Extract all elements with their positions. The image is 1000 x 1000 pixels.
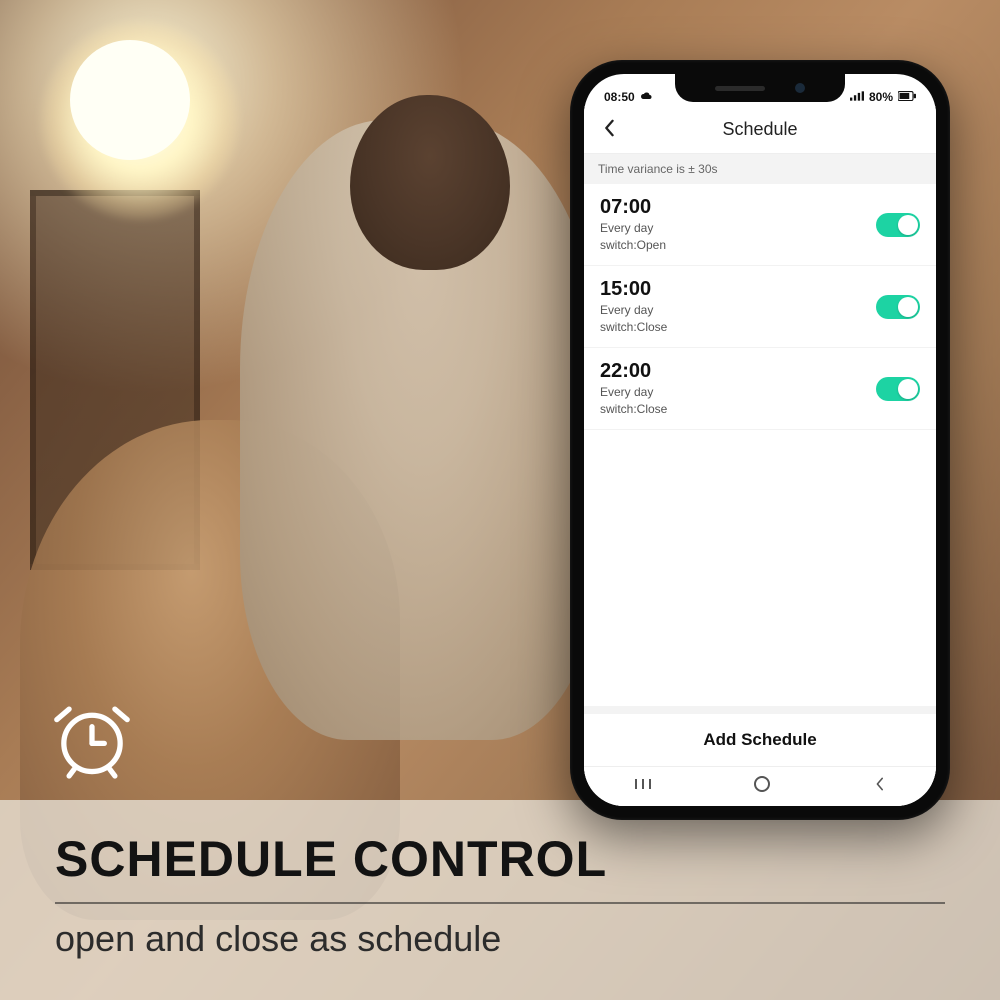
caption-banner: SCHEDULE CONTROL open and close as sched…: [0, 800, 1000, 1000]
app-header: Schedule: [584, 106, 936, 154]
schedule-toggle[interactable]: [876, 213, 920, 237]
background-lamp-core: [70, 40, 190, 160]
schedule-row[interactable]: 15:00 Every day switch:Close: [584, 266, 936, 348]
schedule-repeat: Every day: [600, 385, 667, 400]
status-time: 08:50: [604, 90, 635, 104]
schedule-toggle[interactable]: [876, 377, 920, 401]
battery-icon: [898, 90, 916, 104]
phone-speaker: [715, 86, 765, 91]
schedule-info: 07:00 Every day switch:Open: [600, 196, 666, 253]
recent-apps-button[interactable]: [634, 777, 652, 796]
schedule-row[interactable]: 22:00 Every day switch:Close: [584, 348, 936, 430]
schedule-info: 22:00 Every day switch:Close: [600, 360, 667, 417]
schedule-info: 15:00 Every day switch:Close: [600, 278, 667, 335]
toggle-knob: [898, 215, 918, 235]
caption-title: SCHEDULE CONTROL: [55, 830, 945, 888]
back-nav-button[interactable]: [872, 776, 886, 797]
schedule-repeat: Every day: [600, 221, 666, 236]
back-button[interactable]: [594, 113, 624, 147]
signal-icon: [850, 90, 864, 104]
schedule-toggle[interactable]: [876, 295, 920, 319]
caption-divider: [55, 902, 945, 904]
alarm-clock-icon: [48, 695, 136, 788]
toggle-knob: [898, 379, 918, 399]
schedule-time: 15:00: [600, 278, 667, 301]
list-spacer: [584, 430, 936, 706]
marketing-scene: SCHEDULE CONTROL open and close as sched…: [0, 0, 1000, 1000]
home-button[interactable]: [753, 775, 771, 798]
schedule-row[interactable]: 07:00 Every day switch:Open: [584, 184, 936, 266]
schedule-time: 07:00: [600, 196, 666, 219]
schedule-time: 22:00: [600, 360, 667, 383]
schedule-action: switch:Close: [600, 402, 667, 417]
page-title: Schedule: [584, 119, 936, 140]
schedule-repeat: Every day: [600, 303, 667, 318]
schedule-action: switch:Open: [600, 238, 666, 253]
status-battery-text: 80%: [869, 90, 893, 104]
variance-note: Time variance is ± 30s: [584, 154, 936, 184]
phone-mockup: 08:50 80%: [570, 60, 950, 820]
android-nav-bar: [584, 766, 936, 806]
phone-screen: 08:50 80%: [584, 74, 936, 806]
schedule-app: Schedule Time variance is ± 30s 07:00 Eve…: [584, 106, 936, 806]
schedule-list: 07:00 Every day switch:Open 15:00 Every day s…: [584, 184, 936, 430]
cloud-icon: [640, 90, 652, 104]
caption-subtitle: open and close as schedule: [55, 918, 945, 960]
background-figure-child-head: [350, 95, 510, 270]
toggle-knob: [898, 297, 918, 317]
phone-notch: [675, 74, 845, 102]
phone-camera: [795, 83, 805, 93]
chevron-left-icon: [602, 119, 616, 137]
schedule-action: switch:Close: [600, 320, 667, 335]
add-schedule-button[interactable]: Add Schedule: [584, 706, 936, 766]
